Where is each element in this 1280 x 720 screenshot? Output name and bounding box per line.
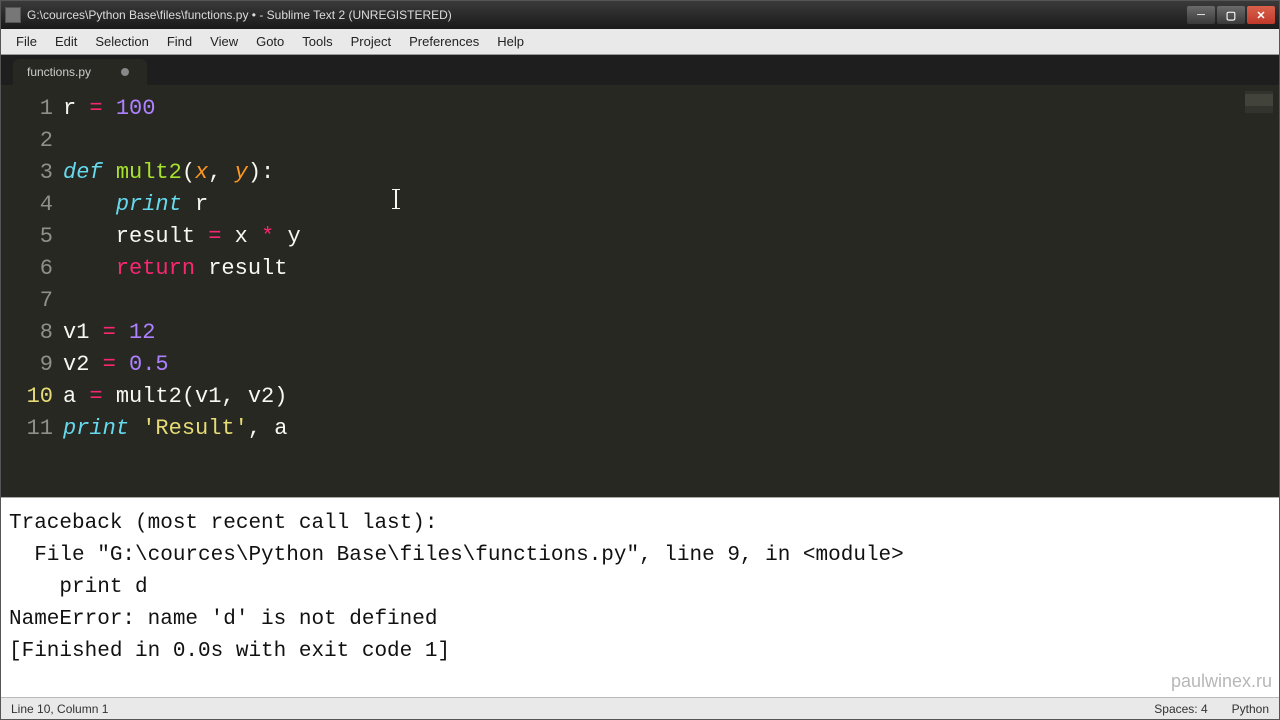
line-number: 8 (1, 317, 53, 349)
menu-item-view[interactable]: View (201, 31, 247, 52)
editor[interactable]: 1234567891011 r = 100 def mult2(x, y): pr… (1, 85, 1279, 497)
app-window: G:\cources\Python Base\files\functions.p… (0, 0, 1280, 720)
code-line[interactable]: return result (63, 253, 1279, 285)
line-number: 1 (1, 93, 53, 125)
menu-item-file[interactable]: File (7, 31, 46, 52)
menu-item-goto[interactable]: Goto (247, 31, 293, 52)
line-number: 4 (1, 189, 53, 221)
maximize-button[interactable]: ▢ (1217, 6, 1245, 24)
file-tab[interactable]: functions.py (13, 59, 147, 85)
line-number: 3 (1, 157, 53, 189)
status-position: Line 10, Column 1 (11, 702, 108, 716)
code-line[interactable]: result = x * y (63, 221, 1279, 253)
dirty-indicator-icon (121, 68, 129, 76)
app-icon (5, 7, 21, 23)
line-number: 2 (1, 125, 53, 157)
minimize-button[interactable]: ─ (1187, 6, 1215, 24)
code-line[interactable]: v1 = 12 (63, 317, 1279, 349)
line-number: 6 (1, 253, 53, 285)
line-number: 7 (1, 285, 53, 317)
code-line[interactable]: v2 = 0.5 (63, 349, 1279, 381)
menu-item-selection[interactable]: Selection (86, 31, 157, 52)
menu-item-tools[interactable]: Tools (293, 31, 341, 52)
build-output: Traceback (most recent call last): File … (1, 497, 1279, 697)
status-syntax[interactable]: Python (1232, 702, 1269, 716)
menu-item-project[interactable]: Project (342, 31, 400, 52)
gutter: 1234567891011 (1, 85, 63, 497)
line-number: 11 (1, 413, 53, 445)
code-area[interactable]: r = 100 def mult2(x, y): print r result =… (63, 85, 1279, 497)
watermark: paulwinex.ru (1171, 671, 1272, 692)
code-line[interactable]: a = mult2(v1, v2) (63, 381, 1279, 413)
line-number: 10 (1, 381, 53, 413)
code-line[interactable]: def mult2(x, y): (63, 157, 1279, 189)
menu-item-edit[interactable]: Edit (46, 31, 86, 52)
code-line[interactable] (63, 285, 1279, 317)
line-number: 9 (1, 349, 53, 381)
code-line[interactable] (63, 125, 1279, 157)
window-controls: ─ ▢ ✕ (1187, 6, 1275, 24)
text-cursor-icon (395, 189, 397, 209)
menu-item-preferences[interactable]: Preferences (400, 31, 488, 52)
window-title: G:\cources\Python Base\files\functions.p… (27, 8, 1187, 22)
menu-item-help[interactable]: Help (488, 31, 533, 52)
close-button[interactable]: ✕ (1247, 6, 1275, 24)
tab-bar: functions.py (1, 55, 1279, 85)
menu-item-find[interactable]: Find (158, 31, 201, 52)
title-bar: G:\cources\Python Base\files\functions.p… (1, 1, 1279, 29)
minimap[interactable] (1245, 91, 1273, 113)
status-bar: Line 10, Column 1 Spaces: 4 Python (1, 697, 1279, 719)
code-line[interactable]: r = 100 (63, 93, 1279, 125)
code-line[interactable]: print 'Result', a (63, 413, 1279, 445)
code-line[interactable]: print r (63, 189, 1279, 221)
minimap-viewport (1245, 94, 1273, 106)
tab-label: functions.py (27, 65, 91, 79)
status-indent[interactable]: Spaces: 4 (1154, 702, 1207, 716)
line-number: 5 (1, 221, 53, 253)
menu-bar: FileEditSelectionFindViewGotoToolsProjec… (1, 29, 1279, 55)
